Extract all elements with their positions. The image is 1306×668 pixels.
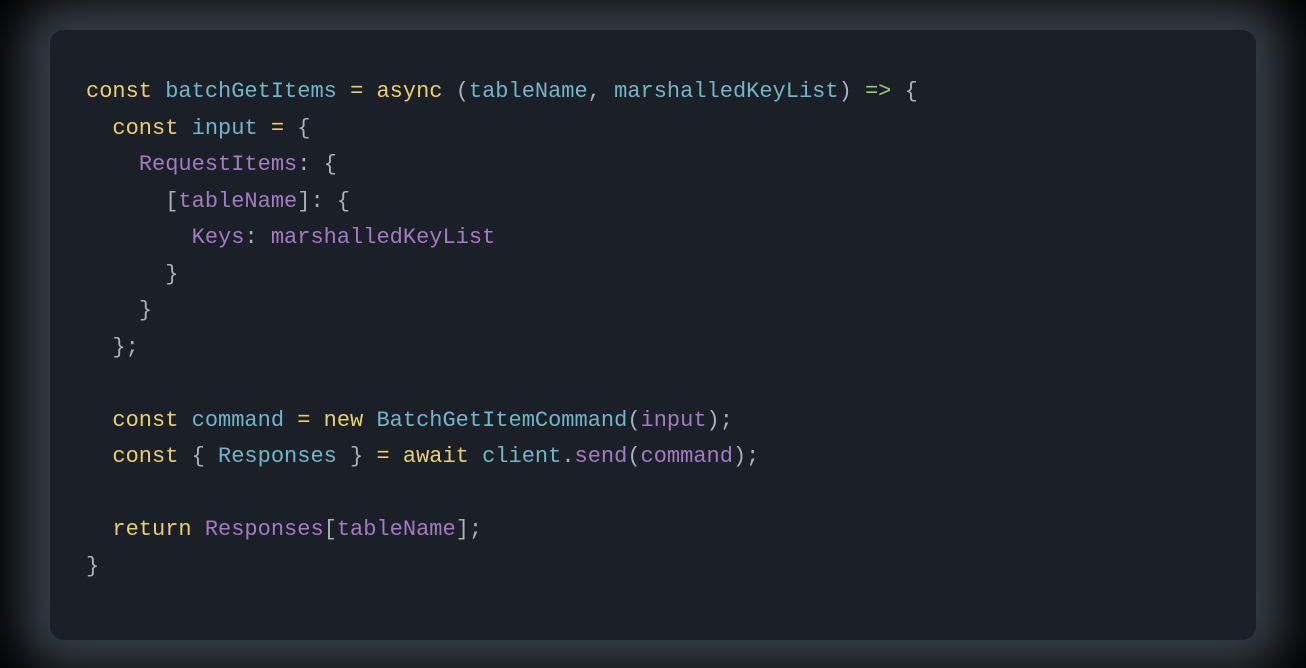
code-card-shadow: const batchGetItems = async (tableName, … xyxy=(50,30,1256,640)
code-token xyxy=(86,262,165,287)
code-token xyxy=(891,79,904,104)
code-token: BatchGetItemCommand xyxy=(376,408,627,433)
code-token: marshalledKeyList xyxy=(271,225,495,250)
code-token xyxy=(86,298,139,323)
code-token: } xyxy=(165,262,178,287)
code-token xyxy=(337,79,350,104)
code-token: tableName xyxy=(337,517,456,542)
code-token: : xyxy=(244,225,270,250)
code-token: }; xyxy=(112,335,138,360)
code-token: ( xyxy=(456,79,469,104)
code-token xyxy=(86,444,112,469)
code-token: ( xyxy=(627,408,640,433)
code-block: const batchGetItems = async (tableName, … xyxy=(86,74,1220,585)
code-token: } xyxy=(337,444,377,469)
code-token: const xyxy=(112,444,191,469)
code-token: const xyxy=(86,79,165,104)
code-token: = xyxy=(350,79,363,104)
code-token: : xyxy=(310,189,336,214)
code-token xyxy=(258,116,271,141)
code-token: { xyxy=(324,152,337,177)
code-token: ]; xyxy=(456,517,482,542)
code-token: async xyxy=(376,79,442,104)
code-token: client xyxy=(482,444,561,469)
code-token: } xyxy=(86,554,99,579)
code-token: = xyxy=(271,116,284,141)
code-token: : xyxy=(297,152,323,177)
code-token xyxy=(284,116,297,141)
code-token: tableName xyxy=(178,189,297,214)
code-token: await xyxy=(403,444,482,469)
code-token: ); xyxy=(733,444,759,469)
code-token: ) xyxy=(839,79,852,104)
code-token: Responses xyxy=(205,517,324,542)
code-token: ); xyxy=(707,408,733,433)
code-token: marshalledKeyList xyxy=(614,79,838,104)
code-token: = xyxy=(376,444,389,469)
code-token xyxy=(363,79,376,104)
code-token: const xyxy=(112,116,191,141)
code-token xyxy=(86,517,112,542)
code-token: RequestItems xyxy=(139,152,297,177)
code-token: const xyxy=(112,408,191,433)
code-token: ] xyxy=(297,189,310,214)
code-token: ( xyxy=(627,444,640,469)
code-token: Responses xyxy=(218,444,337,469)
code-token: return xyxy=(112,517,204,542)
code-token: input xyxy=(641,408,707,433)
code-token: . xyxy=(561,444,574,469)
code-token: { xyxy=(192,444,218,469)
code-token xyxy=(310,408,323,433)
code-token xyxy=(390,444,403,469)
code-token: send xyxy=(575,444,628,469)
code-token xyxy=(284,408,297,433)
code-token: => xyxy=(865,79,891,104)
code-token xyxy=(442,79,455,104)
code-token xyxy=(86,408,112,433)
code-token xyxy=(86,152,139,177)
code-token: { xyxy=(905,79,918,104)
code-token: Keys xyxy=(192,225,245,250)
code-card: const batchGetItems = async (tableName, … xyxy=(50,30,1256,640)
code-token: [ xyxy=(165,189,178,214)
code-token xyxy=(86,189,165,214)
code-token: new xyxy=(324,408,377,433)
code-token xyxy=(86,335,112,360)
code-token xyxy=(86,116,112,141)
code-token: { xyxy=(337,189,350,214)
code-token: [ xyxy=(324,517,337,542)
code-token: command xyxy=(641,444,733,469)
code-token: } xyxy=(139,298,152,323)
code-token: batchGetItems xyxy=(165,79,337,104)
code-token: input xyxy=(192,116,258,141)
code-token: { xyxy=(297,116,310,141)
code-token: tableName xyxy=(469,79,588,104)
code-token: = xyxy=(297,408,310,433)
code-token xyxy=(852,79,865,104)
code-token: command xyxy=(192,408,284,433)
code-token: , xyxy=(588,79,614,104)
code-token xyxy=(86,225,192,250)
